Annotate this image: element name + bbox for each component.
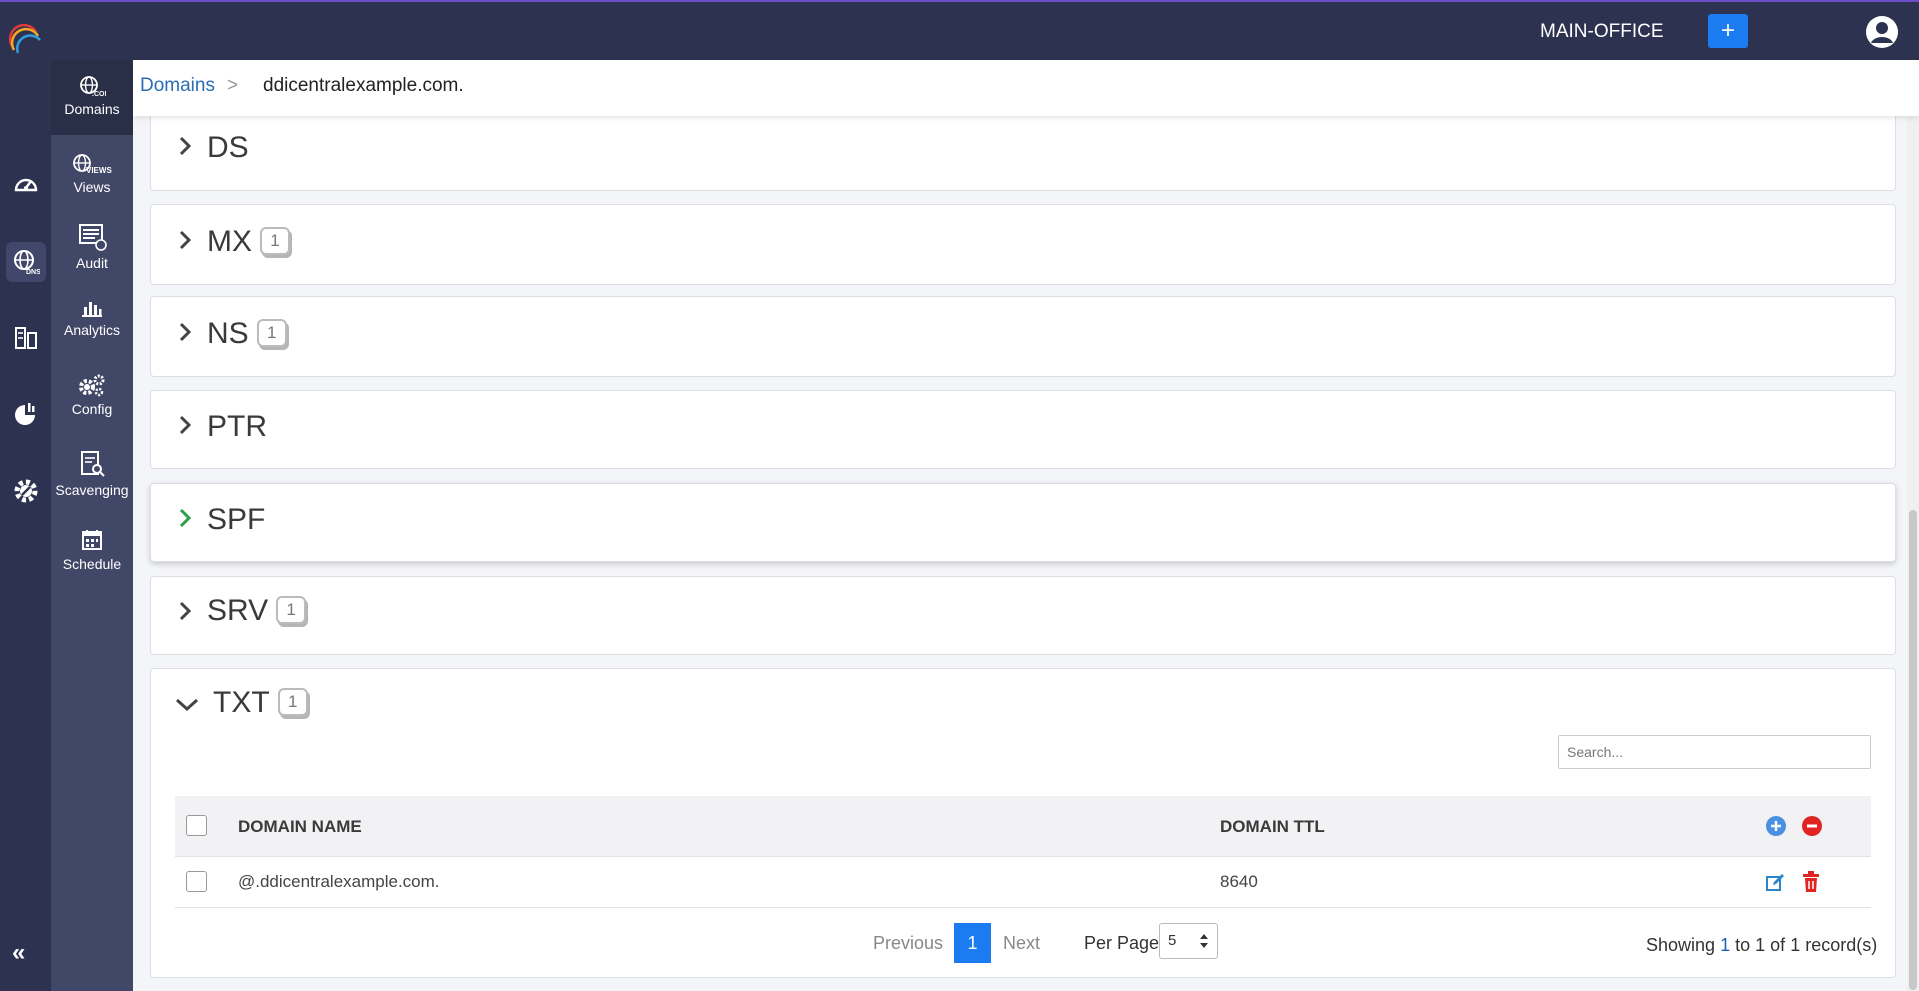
section-title: PTR (207, 410, 267, 443)
svg-text:DNS: DNS (26, 269, 40, 276)
cell-domain-ttl: 8640 (1220, 872, 1258, 891)
schedule-icon (82, 530, 102, 550)
column-header-domain-ttl[interactable]: DOMAIN TTL (1220, 817, 1325, 837)
summary-prefix: Showing (1646, 935, 1716, 955)
record-section-ns[interactable]: NS 1 (150, 296, 1896, 377)
section-title: MX 1 (207, 225, 290, 259)
settings-icon[interactable] (6, 471, 46, 511)
add-record-icon[interactable] (1765, 815, 1787, 837)
scrollbar-thumb[interactable] (1909, 510, 1917, 990)
records-summary: Showing 1 to 1 of 1 record(s) (1646, 935, 1877, 956)
page-1-button[interactable]: 1 (954, 923, 991, 963)
section-title: SPF (207, 503, 266, 536)
subnav-item-domains[interactable]: .COM Domains (51, 60, 133, 135)
summary-to-word: to (1735, 935, 1751, 955)
domains-icon: .COM (80, 76, 106, 97)
record-section-ds[interactable]: DS (150, 110, 1896, 191)
config-icon (79, 374, 105, 397)
record-count-badge: 1 (260, 227, 290, 256)
row-checkbox[interactable] (186, 871, 207, 892)
breadcrumb-current-domain: ddicentralexample.com. (263, 75, 464, 96)
summary-of-word: of (1770, 935, 1786, 955)
add-button[interactable]: + (1708, 14, 1748, 48)
record-count-badge: 1 (277, 688, 308, 717)
subnav-label: Scavenging (55, 482, 129, 498)
summary-suffix: record(s) (1805, 935, 1878, 955)
reports-icon[interactable] (6, 394, 46, 434)
table-row[interactable]: @.ddicentralexample.com. 8640 (175, 857, 1871, 908)
table-header: DOMAIN NAME DOMAIN TTL (175, 796, 1871, 857)
dashboard-icon[interactable] (6, 165, 46, 205)
per-page-select[interactable]: 5 (1159, 923, 1218, 959)
subnav-item-schedule[interactable]: Schedule (51, 528, 133, 572)
subnav-label: Domains (64, 101, 120, 117)
subnav-item-analytics[interactable]: Analytics (51, 298, 133, 338)
chevron-right-icon[interactable] (175, 136, 195, 156)
svg-text:VIEWS: VIEWS (86, 166, 112, 175)
record-count-badge: 1 (276, 596, 307, 625)
subnav-item-views[interactable]: VIEWS Views (51, 153, 133, 195)
audit-icon (79, 224, 107, 251)
breadcrumb-separator: > (227, 75, 239, 96)
views-icon: VIEWS (73, 154, 112, 175)
record-section-ptr[interactable]: PTR (150, 390, 1896, 469)
app-logo-icon[interactable] (6, 22, 42, 58)
chevron-right-icon[interactable] (175, 322, 195, 342)
collapse-sidebar-button[interactable]: « (12, 939, 25, 967)
analytics-icon (82, 302, 102, 317)
search-input[interactable] (1558, 735, 1871, 769)
user-account-icon[interactable] (1864, 14, 1900, 50)
delete-icon[interactable] (1801, 871, 1821, 893)
subnav-label: Analytics (63, 322, 121, 338)
breadcrumb: Domains > ddicentralexample.com. (133, 60, 1919, 116)
txt-records-table: DOMAIN NAME DOMAIN TTL @.ddicentralexamp… (175, 796, 1871, 908)
record-section-spf[interactable]: SPF (150, 483, 1896, 562)
chevron-right-icon[interactable] (175, 508, 195, 528)
record-section-mx[interactable]: MX 1 (150, 204, 1896, 285)
subnav-label: Audit (76, 255, 108, 271)
subnav-label: Config (71, 401, 113, 417)
chevron-right-icon[interactable] (175, 601, 195, 621)
office-selector[interactable]: MAIN-OFFICE (1540, 21, 1664, 43)
select-all-checkbox[interactable] (186, 815, 207, 836)
chevron-right-icon[interactable] (175, 415, 195, 435)
remove-records-icon[interactable] (1801, 815, 1823, 837)
subnav-item-scavenging[interactable]: Scavenging (51, 450, 133, 498)
icon-rail: DNS « (0, 60, 51, 991)
summary-from: 1 (1720, 935, 1731, 955)
record-section-srv[interactable]: SRV 1 (150, 576, 1896, 655)
subnav-label: Views (73, 179, 111, 195)
cell-domain-name: @.ddicentralexample.com. (238, 872, 440, 891)
column-header-domain-name[interactable]: DOMAIN NAME (238, 817, 362, 837)
svg-text:.COM: .COM (92, 91, 106, 97)
section-title: TXT 1 (213, 686, 308, 720)
next-page-button[interactable]: Next (1003, 933, 1040, 954)
dns-icon[interactable]: DNS (6, 242, 46, 282)
edit-icon[interactable] (1765, 872, 1786, 893)
dns-subnav: .COM Domains VIEWS Views Audit Analytics… (51, 60, 133, 991)
record-section-txt: TXT1 DOMAIN NAME DOMAIN TTL @.ddicentral… (150, 668, 1896, 978)
subnav-item-config[interactable]: Config (51, 373, 133, 417)
section-title: DS (207, 131, 249, 164)
section-title: SRV 1 (207, 594, 307, 628)
per-page-label: Per Page (1084, 933, 1160, 953)
summary-total: 1 (1790, 935, 1801, 955)
chevron-down-icon[interactable] (175, 694, 199, 714)
scavenging-icon (81, 451, 105, 477)
per-page-value: 5 (1168, 932, 1177, 949)
previous-page-button[interactable]: Previous (873, 933, 943, 954)
breadcrumb-domains-link[interactable]: Domains (140, 75, 215, 97)
ipam-icon[interactable] (6, 318, 46, 358)
section-title: NS 1 (207, 317, 287, 351)
subnav-label: Schedule (62, 556, 122, 572)
select-arrows-icon (1200, 934, 1208, 948)
subnav-item-audit[interactable]: Audit (51, 223, 133, 271)
summary-to: 1 (1755, 935, 1766, 955)
top-bar: MAIN-OFFICE + (0, 0, 1919, 60)
chevron-right-icon[interactable] (175, 230, 195, 250)
record-count-badge: 1 (256, 319, 287, 348)
